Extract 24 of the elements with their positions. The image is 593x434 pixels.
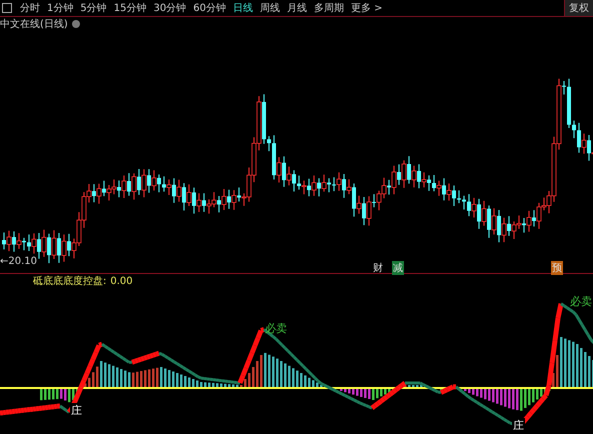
event-marker[interactable]: 减: [392, 261, 404, 275]
restore-button[interactable]: 复权: [564, 0, 593, 16]
signal-label: 庄: [512, 418, 525, 433]
timeframe-tab[interactable]: 更多 >: [348, 1, 386, 15]
timeframe-tab[interactable]: 15分钟: [110, 1, 150, 15]
indicator-name: 砥底底底度控盘:: [33, 274, 106, 288]
timeframe-tab[interactable]: 5分钟: [77, 1, 110, 15]
indicator-value: 0.00: [110, 276, 133, 286]
price-label: ←20.10: [0, 256, 38, 267]
panel-toggle-icon[interactable]: [2, 3, 12, 13]
timeframe-tab[interactable]: 周线: [256, 1, 283, 15]
chart-title: 中文在线(日线): [0, 18, 68, 30]
dropdown-icon[interactable]: [72, 20, 80, 28]
timeframe-tab[interactable]: 分时: [17, 1, 43, 15]
timeframe-tab[interactable]: 多周期: [310, 1, 347, 15]
event-marker[interactable]: 财: [372, 261, 384, 275]
timeframe-tab[interactable]: 月线: [284, 1, 310, 15]
signal-label: 必卖: [265, 321, 287, 336]
timeframe-tab[interactable]: 1分钟: [44, 1, 76, 15]
timeframe-tab[interactable]: 日线: [230, 1, 256, 15]
timeframe-tab[interactable]: 30分钟: [150, 1, 190, 15]
signal-label: 庄: [70, 403, 83, 418]
signal-label: 必卖: [570, 294, 592, 309]
timeframe-tab[interactable]: 60分钟: [190, 1, 229, 15]
